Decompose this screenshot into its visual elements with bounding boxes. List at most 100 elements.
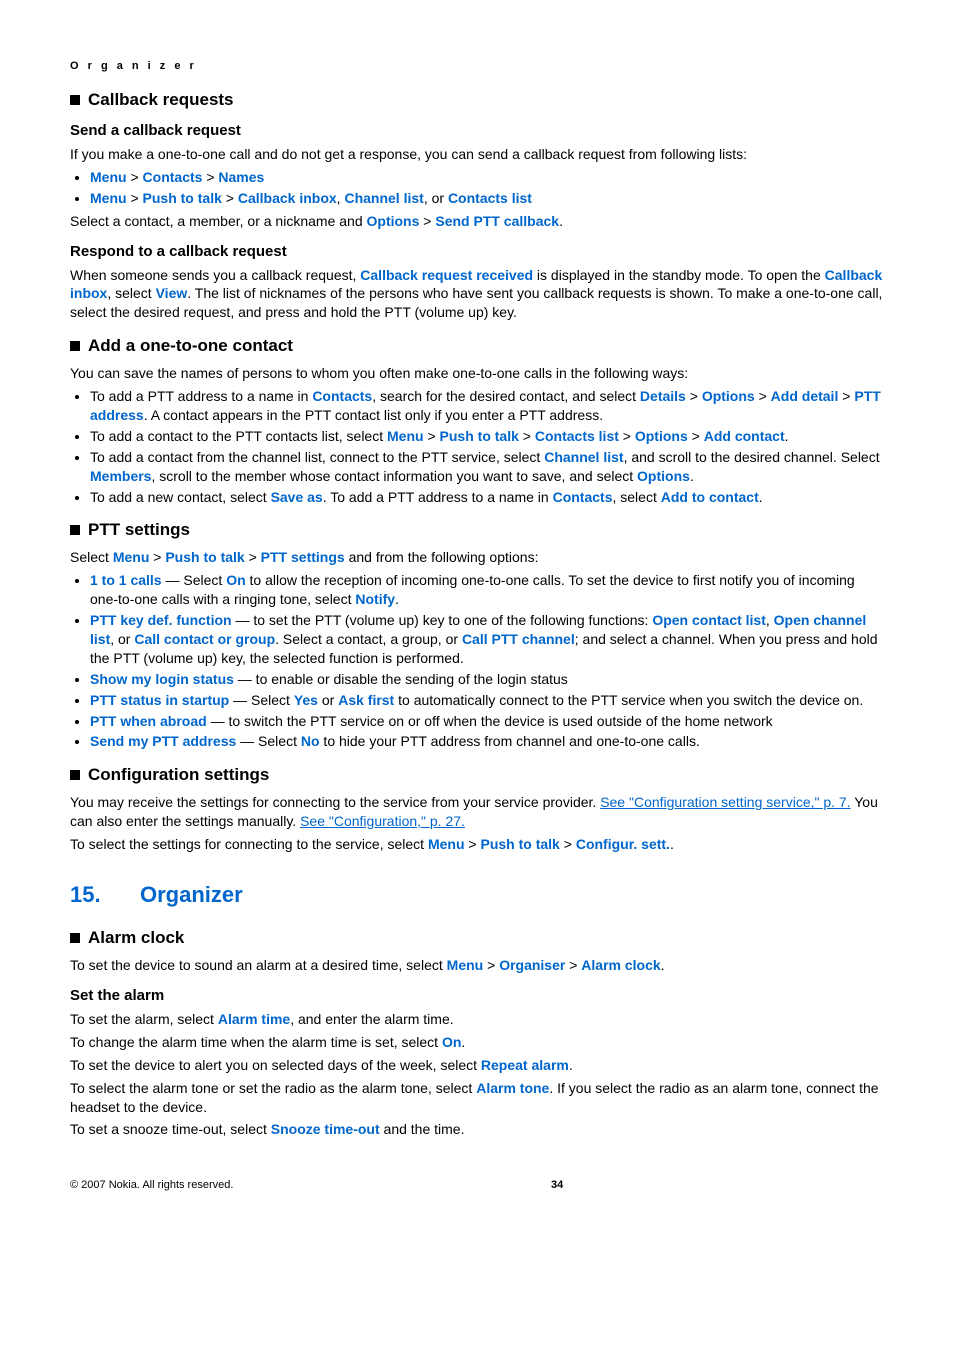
text: To set the device to alert you on select… — [70, 1057, 481, 1073]
text: You may receive the settings for connect… — [70, 794, 600, 810]
bullet-square-icon — [70, 770, 80, 780]
heading: PTT settings — [88, 520, 190, 540]
ui-text: No — [301, 733, 320, 749]
heading: Add a one-to-one contact — [88, 336, 293, 356]
menu-path: Callback inbox — [238, 190, 337, 206]
para: To select the settings for connecting to… — [70, 835, 884, 854]
para: You may receive the settings for connect… — [70, 793, 884, 831]
text: To add a contact from the channel list, … — [90, 449, 544, 465]
list-item: Menu > Push to talk > Callback inbox, Ch… — [90, 189, 884, 208]
para: If you make a one-to-one call and do not… — [70, 145, 884, 164]
ui-text: On — [226, 572, 245, 588]
menu-path: Menu — [113, 549, 150, 565]
menu-path: Menu — [428, 836, 465, 852]
menu-path: Options — [635, 428, 688, 444]
text: To set the alarm, select — [70, 1011, 218, 1027]
menu-path: Menu — [90, 190, 127, 206]
list-item: To add a contact to the PTT contacts lis… — [90, 427, 884, 446]
section-callback-requests: Callback requests — [70, 90, 884, 110]
text: to automatically connect to the PTT serv… — [394, 692, 863, 708]
menu-path: Configur. sett. — [576, 836, 670, 852]
menu-path: Options — [367, 213, 420, 229]
ui-text: Save as — [271, 489, 323, 505]
page: O r g a n i z e r Callback requests Send… — [0, 0, 954, 1231]
ui-text: Contacts — [312, 388, 372, 404]
list-item: Show my login status — to enable or disa… — [90, 670, 884, 689]
ui-text: Notify — [355, 591, 395, 607]
list-item: To add a PTT address to a name in Contac… — [90, 387, 884, 425]
text: , select — [107, 285, 155, 301]
nav-list: Menu > Contacts > Names Menu > Push to t… — [70, 168, 884, 208]
section-configuration-settings: Configuration settings — [70, 765, 884, 785]
menu-path: Menu — [447, 957, 484, 973]
ui-text: On — [442, 1034, 461, 1050]
menu-path: Add contact — [704, 428, 785, 444]
heading: Alarm clock — [88, 928, 184, 948]
list: 1 to 1 calls — Select On to allow the re… — [70, 571, 884, 751]
list-item: Menu > Contacts > Names — [90, 168, 884, 187]
text: To set a snooze time-out, select — [70, 1121, 271, 1137]
link-configuration[interactable]: See "Configuration," p. 27. — [300, 813, 465, 829]
ui-text: Snooze time-out — [271, 1121, 380, 1137]
para: To select the alarm tone or set the radi… — [70, 1079, 884, 1117]
ui-text: Call PTT channel — [462, 631, 575, 647]
option-name: Send my PTT address — [90, 733, 236, 749]
para: When someone sends you a callback reques… — [70, 266, 884, 323]
menu-path: Push to talk — [440, 428, 519, 444]
text: Select — [70, 549, 113, 565]
text: and from the following options: — [345, 549, 539, 565]
text: , or — [110, 631, 134, 647]
option-name: Show my login status — [90, 671, 234, 687]
text: — to enable or disable the sending of th… — [234, 671, 568, 687]
copyright: © 2007 Nokia. All rights reserved. — [70, 1179, 233, 1191]
ui-text: Options — [637, 468, 690, 484]
ui-text: Callback request received — [360, 267, 533, 283]
menu-path: Push to talk — [143, 190, 222, 206]
chapter-heading: 15. Organizer — [70, 882, 884, 908]
menu-path: Names — [218, 169, 264, 185]
para: Select a contact, a member, or a nicknam… — [70, 212, 884, 231]
ui-text: Add to contact — [661, 489, 759, 505]
menu-path: Details — [640, 388, 686, 404]
link-config-setting-service[interactable]: See "Configuration setting service," p. … — [600, 794, 850, 810]
ui-text: Channel list — [544, 449, 623, 465]
menu-path: Alarm clock — [581, 957, 660, 973]
menu-path: Add detail — [771, 388, 839, 404]
para: To set the device to alert you on select… — [70, 1056, 884, 1075]
bullet-square-icon — [70, 95, 80, 105]
menu-path: Channel list — [344, 190, 423, 206]
text: and the time. — [380, 1121, 465, 1137]
text: — Select — [236, 733, 301, 749]
text: , scroll to the member whose contact inf… — [151, 468, 637, 484]
ui-text: Members — [90, 468, 151, 484]
menu-path: Send PTT callback — [435, 213, 559, 229]
menu-path: Push to talk — [481, 836, 560, 852]
subheading-set-alarm: Set the alarm — [70, 987, 884, 1004]
list-item: PTT when abroad — to switch the PTT serv… — [90, 712, 884, 731]
ui-text: Call contact or group — [134, 631, 275, 647]
menu-path: Contacts — [143, 169, 203, 185]
text: to hide your PTT address from channel an… — [320, 733, 700, 749]
para: To set the device to sound an alarm at a… — [70, 956, 884, 975]
section-alarm-clock: Alarm clock — [70, 928, 884, 948]
text: . To add a PTT address to a name in — [323, 489, 553, 505]
ui-text: Yes — [294, 692, 318, 708]
text: , select — [612, 489, 660, 505]
list: To add a PTT address to a name in Contac… — [70, 387, 884, 506]
menu-path: Menu — [387, 428, 424, 444]
text: , search for the desired contact, and se… — [372, 388, 640, 404]
menu-path: Contacts list — [448, 190, 532, 206]
ui-text: View — [156, 285, 188, 301]
list-item: PTT key def. function — to set the PTT (… — [90, 611, 884, 668]
heading: Configuration settings — [88, 765, 269, 785]
page-number: 34 — [551, 1179, 563, 1191]
menu-path: Options — [702, 388, 755, 404]
ui-text: Repeat alarm — [481, 1057, 569, 1073]
text: , and scroll to the desired channel. Sel… — [624, 449, 880, 465]
list-item: Send my PTT address — Select No to hide … — [90, 732, 884, 751]
text: — to set the PTT (volume up) key to one … — [232, 612, 653, 628]
ui-text: Alarm tone — [476, 1080, 549, 1096]
ui-text: Contacts — [553, 489, 613, 505]
chapter-title: Organizer — [140, 882, 243, 908]
bullet-square-icon — [70, 341, 80, 351]
